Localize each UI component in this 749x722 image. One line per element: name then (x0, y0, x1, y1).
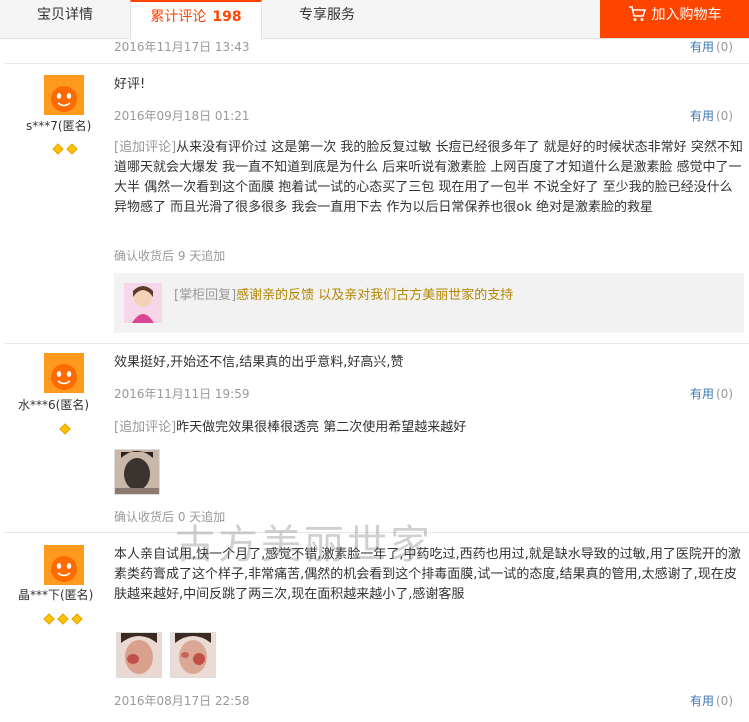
useful-label: 有用 (689, 40, 714, 54)
avatar-mascot-icon (44, 353, 84, 393)
tab-bar: 宝贝详情 累计评论 198 专享服务 加入购物车 (0, 0, 749, 40)
useful-label: 有用 (689, 109, 714, 123)
diamond-icon (66, 143, 78, 155)
watermark: 古方美丽世家 (175, 522, 433, 568)
append-tag: [追加评论] (114, 420, 177, 435)
review-photo[interactable] (116, 632, 162, 678)
review-date: 2016年11月17日 13:43 (114, 40, 250, 54)
review-text: 好评! (114, 77, 146, 92)
append-text: 昨天做完效果很棒很透亮 第二次使用希望越来越好 (176, 420, 467, 435)
reviewer-name: s***7(匿名) (26, 119, 92, 133)
useful-button[interactable]: 有用 (0) (690, 38, 733, 55)
avatar-mascot-icon (44, 75, 84, 115)
seller-avatar (124, 283, 162, 323)
tab-service[interactable]: 专享服务 (262, 0, 392, 38)
face-photo-icon (117, 633, 161, 677)
useful-button[interactable]: 有用 (0) (690, 385, 733, 402)
append-review: [追加评论]从来没有评价过 这是第一次 我的脸反复过敏 长痘已经很多年了 就是好… (114, 138, 744, 218)
append-tag: [追加评论] (114, 140, 177, 155)
reply-tag: [掌柜回复] (174, 288, 237, 303)
useful-button[interactable]: 有用 (0) (690, 107, 733, 124)
reviews-count: 198 (212, 9, 242, 25)
reviewer-name: 水***6(匿名) (18, 398, 89, 412)
seller-reply: [掌柜回复]感谢亲的反馈 以及亲对我们古方美丽世家的支持 (114, 273, 744, 333)
diamond-icon (59, 423, 71, 435)
avatar[interactable] (44, 353, 84, 393)
tab-service-label: 专享服务 (299, 7, 355, 23)
seller-avatar-icon (124, 283, 162, 323)
append-review: [追加评论]昨天做完效果很棒很透亮 第二次使用希望越来越好 (114, 418, 744, 438)
review-text: 效果挺好,开始还不信,结果真的出乎意料,好高兴,赞 (114, 355, 404, 370)
reply-text: 感谢亲的反馈 以及亲对我们古方美丽世家的支持 (236, 288, 514, 303)
add-to-cart-label: 加入购物车 (651, 7, 722, 23)
useful-count: (0) (716, 40, 733, 54)
diamond-icon (71, 613, 83, 625)
add-to-cart-button[interactable]: 加入购物车 (600, 0, 749, 38)
useful-count: (0) (716, 109, 733, 123)
review-date: 2016年11月11日 19:59 (114, 387, 250, 401)
review-date: 2016年09月18日 01:21 (114, 109, 250, 123)
useful-count: (0) (716, 694, 733, 708)
cart-icon (628, 6, 646, 21)
avatar[interactable] (44, 545, 84, 585)
diamond-icon (52, 143, 64, 155)
avatar[interactable] (44, 75, 84, 115)
reply-content: [掌柜回复]感谢亲的反馈 以及亲对我们古方美丽世家的支持 (174, 284, 513, 303)
useful-count: (0) (716, 387, 733, 401)
diamond-icon (57, 613, 69, 625)
tab-reviews[interactable]: 累计评论 198 (130, 0, 262, 40)
avatar-mascot-icon (44, 545, 84, 585)
reviewer-level (58, 418, 72, 435)
divider (5, 343, 749, 344)
append-text: 从来没有评价过 这是第一次 我的脸反复过敏 长痘已经很多年了 就是好的时候状态非… (114, 140, 743, 215)
tab-reviews-label: 累计评论 (150, 9, 207, 25)
useful-label: 有用 (689, 694, 714, 708)
reviewer-level (51, 138, 79, 155)
face-photo-icon (115, 450, 159, 494)
reviewer-name: 晶***下(匿名) (18, 588, 94, 602)
tab-details[interactable]: 宝贝详情 (0, 0, 130, 38)
review-photo[interactable] (114, 449, 160, 495)
reviewer-level (42, 608, 84, 625)
diamond-icon (43, 613, 55, 625)
useful-button[interactable]: 有用 (0) (690, 692, 733, 709)
tab-details-label: 宝贝详情 (37, 7, 93, 23)
append-meta: 确认收货后 9 天追加 (114, 249, 226, 263)
review-date: 2016年08月17日 22:58 (114, 694, 250, 708)
face-photo-icon (171, 633, 215, 677)
divider (5, 63, 749, 64)
review-photo[interactable] (170, 632, 216, 678)
useful-label: 有用 (689, 387, 714, 401)
